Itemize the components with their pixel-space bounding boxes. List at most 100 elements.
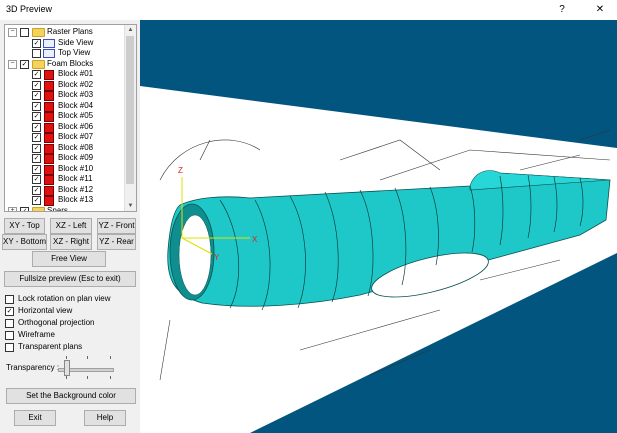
option-label: Transparent plans bbox=[18, 342, 83, 351]
transparency-slider-thumb[interactable] bbox=[63, 360, 70, 376]
tree-item[interactable]: ✓ Block #11 bbox=[5, 174, 125, 185]
item-checkbox[interactable]: ✓ bbox=[32, 80, 41, 90]
scroll-thumb[interactable] bbox=[126, 36, 134, 184]
view-yz-front-button[interactable]: YZ - Front bbox=[97, 218, 136, 234]
tree-item-label: Block #12 bbox=[58, 184, 94, 194]
help-button[interactable]: Help bbox=[84, 410, 126, 426]
tree-item-label: Block #09 bbox=[58, 153, 94, 162]
3d-viewport[interactable]: Z X Y bbox=[140, 20, 617, 433]
option-label: Horizontal view bbox=[18, 306, 73, 315]
tree-item[interactable]: ✓ Block #07 bbox=[5, 132, 125, 143]
free-view-button[interactable]: Free View bbox=[32, 251, 106, 267]
tree-item[interactable]: ✓ Block #03 bbox=[5, 90, 125, 101]
option-label: Lock rotation on plan view bbox=[18, 294, 111, 303]
option-checkbox[interactable]: ✓ bbox=[5, 307, 14, 316]
plan-icon bbox=[43, 38, 55, 48]
group-checkbox[interactable]: ✓ bbox=[20, 206, 29, 211]
foam-block-icon bbox=[44, 122, 54, 133]
expand-toggle-icon[interactable]: − bbox=[8, 28, 17, 37]
front-opening bbox=[178, 214, 212, 296]
tree-group-raster-plans[interactable]: − Raster Plans bbox=[5, 27, 125, 37]
group-checkbox[interactable]: ✓ bbox=[20, 59, 29, 69]
3d-scene: Z X Y bbox=[140, 86, 617, 433]
tree-item-label: Block #07 bbox=[58, 132, 94, 141]
tree-item-label: Top View bbox=[58, 48, 91, 57]
foam-block-icon bbox=[44, 70, 54, 80]
tree-group-foam-blocks[interactable]: − ✓ Foam Blocks bbox=[5, 59, 125, 69]
tree-group-label: Spars bbox=[47, 205, 68, 212]
tree-item-label: Block #10 bbox=[58, 163, 94, 173]
tree-item[interactable]: ✓ Block #05 bbox=[5, 111, 125, 122]
close-window-button[interactable]: ✕ bbox=[583, 0, 617, 20]
view-yz-rear-button[interactable]: YZ - Rear bbox=[97, 234, 136, 250]
foam-block-icon bbox=[44, 80, 54, 91]
tree-scrollbar[interactable]: ▲ ▼ bbox=[124, 25, 136, 211]
tree-item[interactable]: ✓ Block #12 bbox=[5, 184, 125, 196]
item-checkbox[interactable]: ✓ bbox=[32, 70, 41, 79]
expand-toggle-icon[interactable]: − bbox=[8, 59, 17, 69]
option-checkbox[interactable] bbox=[5, 319, 14, 328]
tree-group-label: Raster Plans bbox=[47, 27, 93, 36]
view-xz-left-button[interactable]: XZ - Left bbox=[50, 218, 92, 234]
expand-toggle-icon[interactable]: + bbox=[8, 206, 17, 211]
tree-group-label: Foam Blocks bbox=[47, 58, 94, 68]
item-checkbox[interactable]: ✓ bbox=[32, 38, 41, 48]
tree-item-label: Block #13 bbox=[58, 195, 94, 204]
slider-tick bbox=[110, 356, 111, 359]
item-checkbox[interactable]: ✓ bbox=[32, 133, 41, 142]
view-xy-bottom-button[interactable]: XY - Bottom bbox=[2, 234, 47, 250]
tree-item[interactable]: ✓ Block #13 bbox=[5, 195, 125, 206]
scroll-up-arrow-icon[interactable]: ▲ bbox=[125, 25, 136, 35]
item-checkbox[interactable]: ✓ bbox=[32, 101, 41, 111]
tree-item[interactable]: ✓ Block #01 bbox=[5, 69, 125, 80]
fullsize-preview-button[interactable]: Fullsize preview (Esc to exit) bbox=[4, 271, 136, 287]
view-xy-top-button[interactable]: XY - Top bbox=[4, 218, 45, 234]
item-checkbox[interactable]: ✓ bbox=[32, 154, 41, 163]
slider-tick bbox=[66, 356, 67, 359]
folder-icon bbox=[32, 206, 45, 211]
option-checkbox[interactable] bbox=[5, 331, 14, 340]
item-checkbox[interactable]: ✓ bbox=[32, 122, 41, 132]
item-checkbox[interactable]: ✓ bbox=[32, 91, 41, 100]
tree-item[interactable]: ✓ Block #09 bbox=[5, 153, 125, 164]
tree-item-label: Block #03 bbox=[58, 90, 94, 99]
foam-block-icon bbox=[44, 164, 54, 175]
item-checkbox[interactable]: ✓ bbox=[32, 112, 41, 121]
scroll-down-arrow-icon[interactable]: ▼ bbox=[125, 201, 136, 211]
tree-item-label: Block #02 bbox=[58, 79, 94, 89]
tree-item[interactable]: Top View bbox=[5, 48, 125, 58]
transparency-label: Transparency : bbox=[6, 363, 60, 372]
foam-block-icon bbox=[44, 175, 54, 185]
option-checkbox[interactable] bbox=[5, 343, 14, 352]
tree-item-label: Block #04 bbox=[58, 100, 94, 110]
help-title-button[interactable]: ? bbox=[545, 0, 579, 20]
exit-button[interactable]: Exit bbox=[14, 410, 56, 426]
axis-x-label: X bbox=[252, 235, 258, 244]
tree-item[interactable]: ✓ Block #08 bbox=[5, 143, 125, 154]
slider-tick bbox=[87, 356, 88, 359]
tree-item[interactable]: ✓ Block #06 bbox=[5, 122, 125, 133]
tree-item[interactable]: ✓ Block #10 bbox=[5, 163, 125, 175]
plan-icon bbox=[43, 49, 55, 58]
item-checkbox[interactable]: ✓ bbox=[32, 164, 41, 174]
item-checkbox[interactable]: ✓ bbox=[32, 185, 41, 195]
foam-block-icon bbox=[44, 143, 54, 154]
tree-item[interactable]: ✓ Block #02 bbox=[5, 79, 125, 91]
tree-item[interactable]: ✓ Block #04 bbox=[5, 100, 125, 112]
item-checkbox[interactable]: ✓ bbox=[32, 196, 41, 205]
tree-group-spars[interactable]: + ✓ Spars bbox=[5, 205, 125, 212]
option-checkbox[interactable] bbox=[5, 295, 14, 304]
tree-item-label: Block #05 bbox=[58, 111, 94, 120]
tree-item-label: Block #11 bbox=[58, 174, 93, 183]
tree-item[interactable]: ✓ Side View bbox=[5, 38, 125, 48]
set-background-color-button[interactable]: Set the Background color bbox=[6, 388, 136, 404]
item-checkbox[interactable] bbox=[32, 49, 41, 58]
control-panel: − Raster Plans ✓ Side View Top View − ✓ Foam Bl… bbox=[0, 20, 140, 433]
item-checkbox[interactable]: ✓ bbox=[32, 143, 41, 153]
item-checkbox[interactable]: ✓ bbox=[32, 175, 41, 184]
slider-tick bbox=[110, 376, 111, 379]
view-xz-right-button[interactable]: XZ - Right bbox=[50, 234, 92, 250]
group-checkbox[interactable] bbox=[20, 28, 29, 37]
foam-block-icon bbox=[44, 185, 54, 196]
layer-tree[interactable]: − Raster Plans ✓ Side View Top View − ✓ Foam Bl… bbox=[4, 24, 137, 212]
